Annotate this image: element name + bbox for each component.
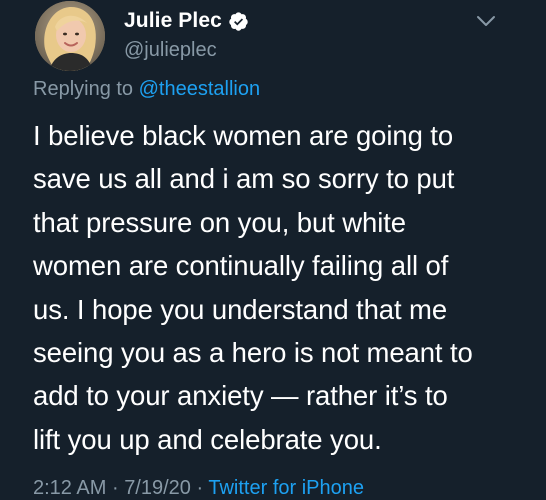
username[interactable]: @julieplec <box>124 39 217 62</box>
tweet-time[interactable]: 2:12 AM <box>33 477 106 499</box>
avatar[interactable] <box>35 1 105 71</box>
verified-badge-icon <box>228 11 249 32</box>
meta-separator: · <box>111 477 119 499</box>
author-name-row[interactable]: Julie Plec <box>124 8 249 34</box>
tweet-detail: Julie Plec @julieplec Replying to @thees… <box>0 0 546 500</box>
avatar-image <box>35 1 105 71</box>
meta-separator: · <box>196 477 204 499</box>
tweet-text: I believe black women are going to save … <box>33 120 473 455</box>
replying-to-label: Replying to <box>33 78 134 100</box>
tweet-meta: 2:12 AM · 7/19/20 · Twitter for iPhone <box>33 477 364 500</box>
reply-handle-link[interactable]: @theestallion <box>139 78 260 100</box>
chevron-down-icon[interactable] <box>476 14 496 28</box>
display-name[interactable]: Julie Plec <box>124 9 222 33</box>
replying-to: Replying to @theestallion <box>33 78 260 101</box>
tweet-date[interactable]: 7/19/20 <box>124 477 191 499</box>
tweet-source-link[interactable]: Twitter for iPhone <box>208 477 364 499</box>
